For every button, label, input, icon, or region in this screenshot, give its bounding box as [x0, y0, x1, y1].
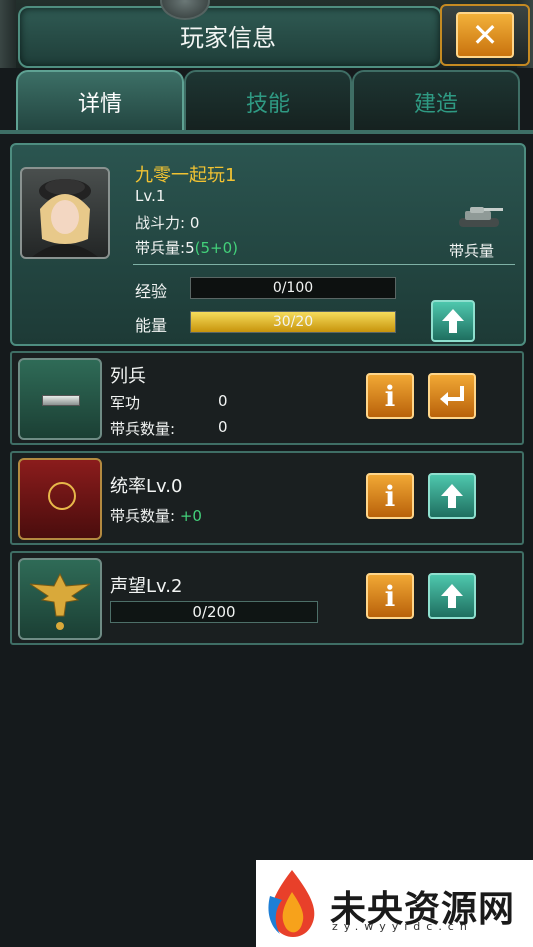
panel-separator	[133, 264, 515, 265]
tank-icon	[455, 200, 505, 236]
prestige-progress-bar: 0/200	[110, 601, 318, 623]
arrow-up-icon	[442, 309, 464, 333]
flame-logo-icon	[262, 866, 322, 946]
header-rail-left	[0, 0, 16, 68]
page-title: 玩家信息	[180, 24, 276, 52]
tab-skills[interactable]: 技能	[184, 70, 352, 134]
tab-skills-label: 技能	[245, 92, 290, 117]
eagle-emblem-icon	[18, 558, 102, 640]
player-level: Lv.1	[135, 187, 166, 205]
tab-details-label: 详情	[77, 92, 122, 117]
prestige-info-button[interactable]: i	[366, 573, 414, 619]
power-row: 战斗力: 0	[135, 212, 199, 233]
power-value: 0	[189, 214, 200, 232]
command-troops-label: 带兵数量:	[110, 507, 176, 525]
rank-troops-value: 0	[218, 418, 228, 436]
troop-label: 带兵量:	[135, 239, 186, 257]
merit-label: 军功	[110, 394, 141, 412]
command-book-icon	[18, 458, 102, 540]
command-info-button[interactable]: i	[366, 473, 414, 519]
command-title: 统率Lv.0	[110, 476, 183, 497]
info-icon: i	[384, 479, 396, 513]
arrow-up-icon	[441, 584, 463, 608]
arrow-up-icon	[441, 484, 463, 508]
close-icon: ✕	[456, 12, 514, 58]
command-troops-value: +0	[179, 507, 202, 525]
info-icon: i	[384, 379, 396, 413]
rank-insignia-icon	[18, 358, 102, 440]
prestige-progress-text: 0/200	[192, 603, 236, 621]
rank-return-button[interactable]	[428, 373, 476, 419]
energy-label: 能量	[135, 316, 168, 335]
rank-title: 列兵	[110, 366, 146, 387]
upgrade-energy-button[interactable]	[431, 300, 475, 342]
avatar[interactable]	[20, 167, 110, 259]
tab-details[interactable]: 详情	[16, 70, 184, 134]
player-name: 九零一起玩1	[135, 165, 237, 186]
prestige-title: 声望Lv.2	[110, 576, 183, 597]
rank-troops-label: 带兵数量:	[110, 420, 176, 438]
exp-text: 0/100	[272, 280, 314, 296]
rank-info-button[interactable]: i	[366, 373, 414, 419]
command-upgrade-button[interactable]	[428, 473, 476, 519]
info-icon: i	[384, 579, 396, 613]
tab-divider	[0, 130, 533, 134]
prestige-upgrade-button[interactable]	[428, 573, 476, 619]
troop-icon-label: 带兵量	[449, 242, 495, 260]
watermark-url: zy.wyyidc.cn	[332, 920, 473, 933]
close-button[interactable]: ✕	[440, 4, 530, 66]
tab-build-label: 建造	[413, 92, 458, 117]
return-arrow-icon	[440, 386, 464, 406]
exp-bar: 0/100	[190, 277, 396, 299]
troop-row: 带兵量:5(5+0)	[135, 237, 238, 258]
tab-build[interactable]: 建造	[352, 70, 520, 134]
command-troops-row: 带兵数量: +0	[110, 505, 202, 526]
troop-value: 5	[185, 239, 195, 257]
power-label: 战斗力:	[135, 214, 186, 232]
merit-value: 0	[218, 392, 228, 410]
energy-bar: 30/20	[190, 311, 396, 333]
energy-text: 30/20	[272, 314, 314, 330]
troop-bonus: (5+0)	[194, 239, 238, 257]
exp-label: 经验	[135, 282, 168, 301]
